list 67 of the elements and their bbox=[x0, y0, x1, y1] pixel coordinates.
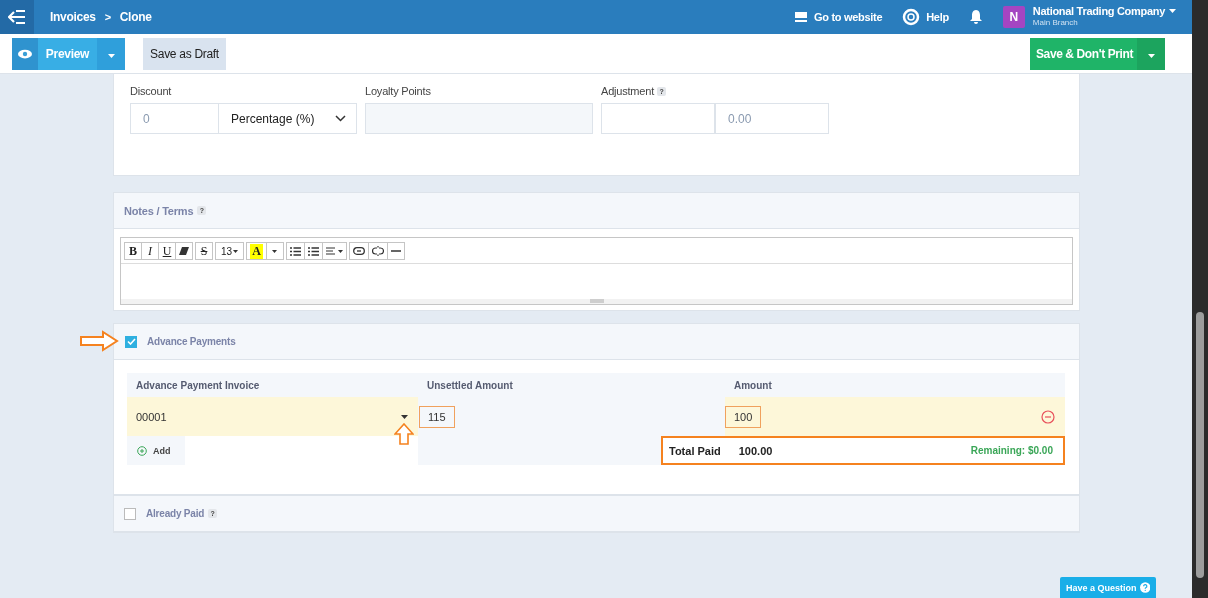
caret-icon bbox=[233, 249, 239, 253]
arrow-up-icon bbox=[394, 423, 414, 445]
checkbox[interactable] bbox=[125, 335, 137, 348]
field-label: Discount bbox=[130, 85, 173, 97]
checkbox[interactable] bbox=[124, 507, 136, 520]
section-title: Notes / Terms bbox=[124, 204, 194, 217]
link-button[interactable] bbox=[348, 242, 369, 260]
checkbox-label: Already Paid bbox=[146, 508, 205, 519]
bullet-list-icon bbox=[289, 246, 301, 256]
save-as-draft-button[interactable]: Save as Draft bbox=[143, 37, 226, 70]
question-icon bbox=[1139, 582, 1150, 593]
preview-dropdown-button[interactable] bbox=[97, 37, 125, 70]
remove-icon[interactable] bbox=[1040, 409, 1055, 424]
go-to-website-link[interactable]: Go to website bbox=[794, 11, 883, 23]
breadcrumb-link[interactable]: Clone bbox=[119, 10, 152, 24]
caret-icon bbox=[1169, 9, 1176, 13]
total-paid-value: 100.00 bbox=[738, 444, 773, 457]
caret-icon bbox=[107, 54, 115, 58]
company-dropdown[interactable]: National Trading Company bbox=[1032, 5, 1176, 17]
bullet-list-button[interactable] bbox=[285, 242, 305, 260]
remaining-amount: Remaining: $0.00 bbox=[970, 445, 1053, 456]
resize-handle-icon[interactable] bbox=[589, 299, 604, 303]
caret-icon bbox=[272, 249, 278, 253]
highlight-color-button[interactable]: A bbox=[246, 242, 267, 260]
strikethrough-button[interactable]: S bbox=[195, 242, 213, 260]
help-link[interactable]: Help bbox=[902, 8, 949, 26]
avatar[interactable]: N bbox=[1002, 6, 1025, 28]
checkbox-label: Advance Payments bbox=[147, 336, 236, 347]
eye-icon bbox=[18, 48, 32, 59]
font-size-dropdown[interactable]: 13 bbox=[215, 242, 245, 260]
discount-type-select[interactable]: Percentage (%) bbox=[219, 103, 357, 134]
field-label: Adjustment bbox=[601, 85, 655, 97]
add-button[interactable]: Add bbox=[127, 436, 185, 465]
unlink-button[interactable] bbox=[367, 242, 388, 260]
align-icon bbox=[325, 247, 343, 255]
link-icon bbox=[352, 247, 365, 255]
loyalty-points-input[interactable] bbox=[365, 103, 593, 134]
caret-icon bbox=[1147, 54, 1155, 58]
amount-input[interactable]: 100 bbox=[725, 405, 762, 428]
unlink-icon bbox=[371, 246, 384, 256]
unsettled-amount-value: 115 bbox=[419, 405, 455, 428]
column-header: Advance Payment Invoice bbox=[135, 379, 261, 391]
adjustment-label-input[interactable] bbox=[601, 103, 715, 134]
branch-name: Main Branch bbox=[1032, 17, 1079, 29]
column-header: Amount bbox=[733, 379, 773, 391]
adjustment-input[interactable]: 0.00 bbox=[715, 103, 829, 134]
preview-icon-button[interactable] bbox=[12, 37, 38, 70]
bell-icon[interactable] bbox=[968, 9, 983, 25]
italic-button[interactable]: I bbox=[141, 242, 159, 260]
column-header: Unsettled Amount bbox=[426, 379, 514, 391]
underline-button[interactable]: U bbox=[158, 242, 176, 260]
plus-circle-icon bbox=[137, 445, 147, 456]
chevron-down-icon bbox=[335, 115, 346, 122]
save-dropdown-button[interactable] bbox=[1137, 37, 1165, 70]
invoice-select[interactable]: 00001 bbox=[127, 397, 418, 436]
breadcrumb-link[interactable]: Invoices bbox=[50, 10, 96, 24]
bold-button[interactable]: B bbox=[124, 242, 142, 260]
total-paid-label: Total Paid bbox=[669, 444, 721, 457]
field-label: Loyalty Points bbox=[365, 85, 432, 97]
horizontal-rule-icon bbox=[390, 250, 401, 252]
breadcrumb-separator: > bbox=[104, 11, 111, 23]
clear-format-button[interactable] bbox=[175, 242, 193, 260]
caret-icon bbox=[401, 414, 408, 419]
menu-icon bbox=[8, 10, 26, 24]
notes-editor[interactable]: B I U S 13 A bbox=[120, 237, 1073, 305]
scrollbar[interactable] bbox=[1192, 0, 1208, 598]
menu-button[interactable] bbox=[0, 0, 34, 34]
